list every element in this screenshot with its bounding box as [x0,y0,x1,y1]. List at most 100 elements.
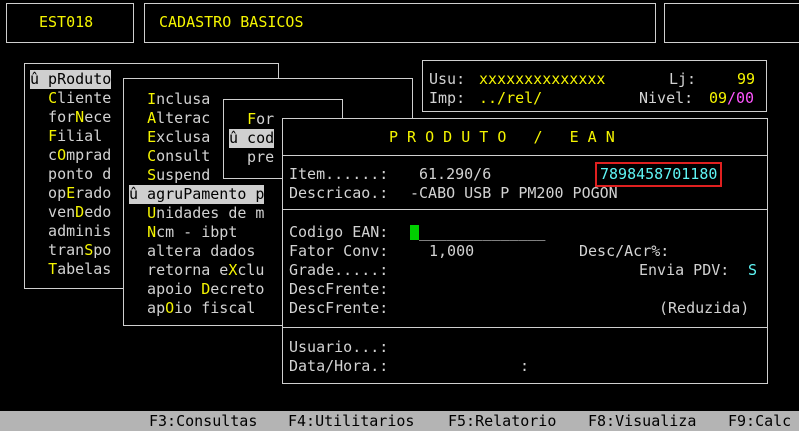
f8-visualiza-key[interactable]: F8:Visualiza [588,412,696,431]
main-menu-item[interactable]: Tabelas [30,260,111,279]
product-menu-item[interactable]: retorna eXclu [129,261,264,280]
main-menu-item[interactable]: adminis [30,222,111,241]
main-menu-item[interactable]: cOmprad [30,146,111,165]
main-menu-item-rest: rado [75,184,112,202]
f5-relatorio-key[interactable]: F5:Relatorio [448,412,556,431]
descfrente-reduzida-label: DescFrente: [289,299,389,317]
product-menu-item[interactable]: Unidades de m [129,204,264,223]
ean-submenu-item[interactable]: For [229,110,274,129]
main-menu-item-label: tran [30,241,85,259]
usuario-label: Usuario...: [289,338,389,356]
product-menu-item[interactable]: apoio Decreto [129,280,264,299]
main-menu-item-rest: ilial [57,127,103,145]
product-menu-item-hotkey: O [165,299,175,317]
main-menu-item-rest: po [93,241,112,259]
product-menu-item-rest: xclusa [156,128,211,146]
main-menu-item-rest: liente [57,89,112,107]
main-menu-item-rest: abelas [57,260,112,278]
main-menu-item-label: û p [30,70,58,88]
product-menu-item-label: retorna e [129,261,229,279]
product-menu-item[interactable]: apOio fiscal [129,299,255,318]
item-ean-value: 7898458701180 [594,162,723,187]
ean-label: Codigo EAN: [289,223,389,241]
main-menu-item-label [30,89,48,107]
main-menu-item[interactable]: tranSpo [30,241,111,260]
f3-consultas-key[interactable]: F3:Consultas [149,412,257,431]
ean-input[interactable]: ______________ [419,223,545,242]
product-menu-item-rest: nidades de m [156,204,265,222]
product-menu-item-hotkey: N [147,223,157,241]
f4-utilitarios-key[interactable]: F4:Utilitarios [288,412,414,431]
screen-title-box: CADASTRO BASICOS [144,3,656,43]
program-code: EST018 [39,13,94,31]
product-menu-item-rest: onsult [156,147,211,165]
main-menu-item[interactable]: venDedo [30,203,111,222]
main-menu-item[interactable]: opErado [30,184,111,203]
product-menu-item-hotkey: E [147,128,157,146]
f9-calc-key[interactable]: F9:Calc [728,412,791,431]
main-menu-item-hotkey: E [66,184,76,202]
descfrente-label: DescFrente: [289,280,389,298]
main-menu-item[interactable]: û pRoduto [30,70,112,89]
main-menu-item-label: adminis [30,222,112,240]
main-menu-item[interactable]: ponto d [30,165,111,184]
main-menu-item-hotkey: N [75,108,85,126]
product-menu-item[interactable]: Inclusa [129,90,210,109]
main-menu-item-label: ven [30,203,76,221]
main-menu-item-label [30,127,48,145]
main-menu-item[interactable]: Cliente [30,89,111,108]
product-menu-item[interactable]: Exclusa [129,128,210,147]
product-menu-item[interactable]: altera dados [129,242,255,261]
desc-label: Descricao.: [289,184,389,202]
level-separator: / [727,89,737,107]
product-menu-item[interactable]: Consult [129,147,210,166]
main-menu-item-hotkey: D [75,203,85,221]
program-code-box: EST018 [6,3,134,43]
product-menu-item-label [129,90,147,108]
main-menu-item-rest: mprad [66,146,112,164]
product-menu-item-rest: io fiscal [174,299,256,317]
main-menu-item-rest: ece [84,108,112,126]
product-menu-item-label [129,166,147,184]
product-menu-item[interactable]: Ncm - ibpt [129,223,237,242]
main-menu-item-hotkey: S [84,241,94,259]
main-menu-item[interactable]: forNece [30,108,111,127]
ean-submenu-item[interactable]: û cod [229,129,275,148]
main-menu-item-label: op [30,184,67,202]
product-menu-item-rest: ecreto [210,280,265,298]
product-menu-item-rest: nclusa [156,90,211,108]
product-menu-item[interactable]: Suspend [129,166,210,185]
product-menu-item-hotkey: A [147,109,157,127]
user-value: xxxxxxxxxxxxxx [479,70,606,88]
main-menu-item-label [30,260,48,278]
product-menu-item-hotkey: U [147,204,157,222]
envia-value[interactable]: S [748,261,757,280]
fator-value[interactable]: 1,000 [429,242,474,261]
item-value: 61.290/6 [419,165,492,183]
main-menu-item-hotkey: T [48,260,58,278]
ean-submenu-item[interactable]: pre [229,148,274,167]
printer-value: ../rel/ [479,89,543,107]
ean-submenu-item-rest: or [256,110,275,128]
main-menu-item-rest: Roduto [57,70,112,88]
product-menu-item-label: ap [129,299,166,317]
main-menu-item[interactable]: Filial [30,127,102,146]
user-label: Usu: [429,70,466,88]
product-menu-item-label [129,223,147,241]
fator-label: Fator Conv: [289,242,389,260]
product-menu-item-label [129,147,147,165]
product-menu-item[interactable]: û agruPamento p [129,185,265,204]
product-menu-item[interactable]: Alterac [129,109,210,128]
product-menu-item-hotkey: I [147,90,157,108]
function-key-bar: F3:Consultas F4:Utilitarios F5:Relatorio… [0,411,799,431]
store-value: 99 [737,70,756,88]
datahora-separator: : [520,357,530,375]
descacr-label: Desc/Acr%: [579,242,670,260]
main-menu-item-hotkey: C [48,89,58,107]
ean-submenu-item-label: pre [229,148,275,166]
product-ean-form: P R O D U T O / E A N Item......: 61.290… [282,118,768,384]
main-menu-item-hotkey: O [57,146,67,164]
product-menu-item-label: altera dados [129,242,256,260]
ean-submenu-item-label: û cod [229,129,275,147]
product-menu-item-label [129,109,147,127]
